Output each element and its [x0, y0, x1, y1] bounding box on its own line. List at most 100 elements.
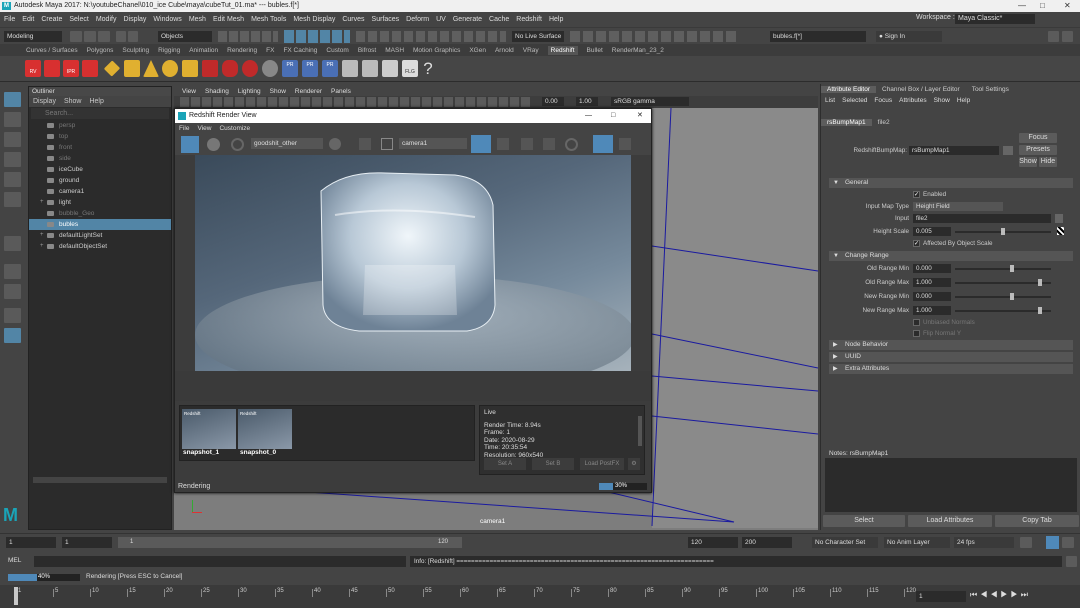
current-frame-field[interactable]: 1	[916, 591, 966, 602]
rv-maximize-icon[interactable]: □	[611, 109, 615, 123]
shelf-tab[interactable]: Bifrost	[358, 47, 376, 54]
help-icon[interactable]: ?	[420, 60, 436, 77]
outliner-h-scrollbar[interactable]	[33, 477, 167, 483]
snapshot-thumb-0[interactable]: Redshift	[238, 409, 292, 449]
load-attributes-button[interactable]: Load Attributes	[908, 515, 992, 527]
section-general[interactable]: ▼ General	[829, 178, 1073, 188]
range-field[interactable]: 0.000	[913, 292, 951, 301]
redshift-cube-icon[interactable]	[44, 60, 60, 77]
rv-bucket-icon[interactable]	[543, 138, 555, 150]
section-change-range[interactable]: ▼ Change Range	[829, 251, 1073, 261]
tab-channel-box[interactable]: Channel Box / Layer Editor	[876, 86, 966, 93]
rv-close-icon[interactable]: ✕	[637, 109, 643, 123]
outliner-menu-help[interactable]: Help	[89, 98, 103, 105]
playback-end-field[interactable]: 120	[688, 537, 738, 548]
range-slider[interactable]	[955, 265, 1051, 272]
postfx-settings-icon[interactable]: ⚙	[628, 458, 640, 470]
outliner-item[interactable]: front	[29, 142, 171, 153]
range-slider[interactable]	[955, 293, 1051, 300]
camera-dropdown[interactable]: camera1	[399, 138, 467, 149]
redshift-toolbox-icon[interactable]	[382, 60, 398, 77]
attr-menu-focus[interactable]: Focus	[874, 97, 892, 104]
shelf-tab[interactable]: Custom	[326, 47, 348, 54]
exposure-field[interactable]: 0.00	[542, 97, 564, 106]
close-icon[interactable]: ✕	[1064, 0, 1071, 12]
script-lang-label[interactable]: MEL	[8, 557, 21, 564]
expand-icon[interactable]: +	[40, 230, 44, 241]
menu-create[interactable]: Create	[41, 16, 62, 23]
shelf-tab[interactable]: FX Caching	[283, 47, 317, 54]
select-button[interactable]: Select	[823, 515, 905, 527]
affected-scale-checkbox[interactable]: ✓	[913, 240, 920, 247]
menu-modify[interactable]: Modify	[96, 16, 117, 23]
outliner-item[interactable]: persp	[29, 120, 171, 131]
redshift-dish-icon[interactable]	[362, 60, 378, 77]
shelf-tab[interactable]: Rigging	[158, 47, 180, 54]
section-node-behavior[interactable]: ▶ Node Behavior	[829, 340, 1073, 350]
shelf-tab[interactable]: Rendering	[227, 47, 257, 54]
script-editor-icon[interactable]	[1066, 556, 1077, 567]
attr-menu-list[interactable]: List	[825, 97, 835, 104]
rv-refresh-icon[interactable]	[231, 138, 244, 151]
copy-tab-button[interactable]: Copy Tab	[995, 515, 1079, 527]
current-time-marker[interactable]	[14, 587, 18, 605]
outliner-menu-display[interactable]: Display	[33, 98, 56, 105]
rv-grid-icon[interactable]	[521, 138, 533, 150]
history-and-snap-icons[interactable]	[356, 31, 506, 42]
redshift-pr-icon[interactable]: PR	[322, 60, 338, 77]
outliner-search-input[interactable]: Search...	[31, 108, 169, 119]
menu-uv[interactable]: UV	[436, 16, 446, 23]
outliner-item[interactable]: ground	[29, 175, 171, 186]
mode-dropdown[interactable]: Modeling	[4, 31, 62, 42]
rv-crop-icon[interactable]	[381, 138, 393, 150]
input-connect-icon[interactable]	[1055, 214, 1063, 223]
shelf-tab[interactable]: RenderMan_23_2	[612, 47, 664, 54]
rv-camera-icon[interactable]	[497, 138, 509, 150]
menu-help[interactable]: Help	[549, 16, 563, 23]
layout-icon[interactable]	[1062, 31, 1073, 42]
anim-prefs-icon[interactable]	[1062, 537, 1074, 548]
move-tool-icon[interactable]	[4, 152, 21, 167]
unbiased-normals-checkbox[interactable]	[913, 319, 920, 326]
node-goto-icon[interactable]	[1003, 146, 1013, 155]
shelf-tab[interactable]: Bullet	[587, 47, 603, 54]
node-tab-rsbumpmap1[interactable]: rsBumpMap1	[821, 119, 872, 126]
notes-textarea[interactable]	[825, 458, 1077, 512]
viewport-tool-icons[interactable]	[180, 97, 530, 107]
redshift-pr-icon[interactable]: PR	[282, 60, 298, 77]
shelf-tab[interactable]: FX	[266, 47, 274, 54]
command-input[interactable]	[34, 556, 406, 567]
playback-start-field[interactable]: 1	[62, 537, 112, 548]
select-tool-icon[interactable]	[4, 92, 21, 107]
hide-button[interactable]: Hide	[1039, 157, 1057, 167]
scale-tool-icon[interactable]	[4, 192, 21, 207]
redshift-pr-icon[interactable]: PR	[302, 60, 318, 77]
expand-icon[interactable]: +	[40, 241, 44, 252]
render-toolbar-icons[interactable]	[570, 31, 736, 42]
live-surface-field[interactable]: No Live Surface	[512, 31, 564, 42]
range-slider[interactable]	[955, 307, 1051, 314]
redshift-curve-icon[interactable]	[222, 60, 238, 77]
tab-attribute-editor[interactable]: Attribute Editor	[821, 86, 876, 93]
selection-field[interactable]: bubles.f[*]	[770, 31, 866, 42]
slider-knob[interactable]	[1010, 265, 1015, 272]
menu-generate[interactable]: Generate	[453, 16, 482, 23]
viewport-menu-panels[interactable]: Panels	[331, 88, 351, 95]
paint-select-icon[interactable]	[4, 132, 21, 147]
menu-file[interactable]: File	[4, 16, 15, 23]
graph-icon[interactable]	[4, 236, 21, 251]
shelf-tab-redshift[interactable]: Redshift	[547, 45, 578, 55]
goto-start-icon[interactable]: ⏮	[970, 590, 980, 599]
four-view-icon[interactable]	[4, 284, 21, 299]
menu-cache[interactable]: Cache	[489, 16, 509, 23]
attr-menu-selected[interactable]: Selected	[842, 97, 867, 104]
rv-add-icon[interactable]	[619, 138, 631, 150]
section-uuid[interactable]: ▶ UUID	[829, 352, 1073, 362]
outliner-menu-show[interactable]: Show	[64, 98, 82, 105]
outliner-item[interactable]: + defaultObjectSet	[29, 241, 171, 252]
attr-menu-help[interactable]: Help	[957, 97, 970, 104]
step-back-icon[interactable]: ◀	[980, 590, 990, 599]
end-time-field[interactable]: 200	[742, 537, 792, 548]
range-slider[interactable]: 1 120	[118, 537, 462, 548]
focus-button[interactable]: Focus	[1019, 133, 1057, 143]
